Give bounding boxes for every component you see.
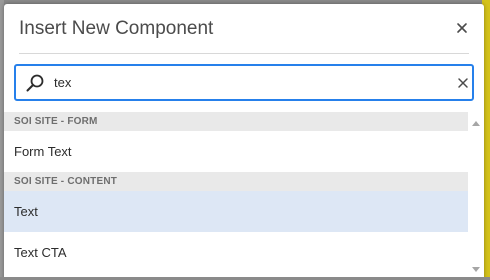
component-item-form-text[interactable]: Form Text [4,131,468,172]
list-scrollbar[interactable] [468,112,484,280]
component-list: SOI SITE - FORM Form Text SOI SITE - CON… [4,112,468,280]
group-header-content: SOI SITE - CONTENT [4,172,468,191]
search-icon [25,73,45,93]
clear-search-button[interactable] [456,76,470,90]
component-item-text[interactable]: Text [4,191,468,232]
group-header-form: SOI SITE - FORM [4,112,468,131]
insert-component-dialog: Insert New Component SOI SITE - FORM For… [4,4,484,280]
scroll-up-icon[interactable] [472,121,480,126]
component-item-text-cta[interactable]: Text CTA [4,232,468,273]
dialog-title: Insert New Component [19,18,214,39]
search-input[interactable] [54,66,434,99]
scroll-down-icon[interactable] [472,267,480,272]
search-field[interactable] [14,64,474,101]
close-icon [457,23,467,33]
clear-icon [458,78,468,88]
dialog-header: Insert New Component [4,4,484,54]
close-button[interactable] [454,20,470,36]
header-divider [19,53,469,54]
